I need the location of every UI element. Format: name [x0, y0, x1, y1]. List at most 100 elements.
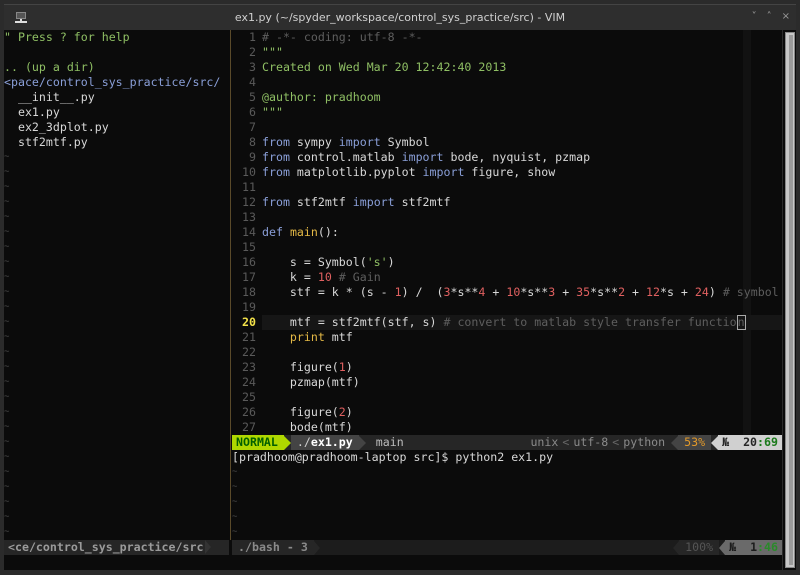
code-token: ) — [345, 405, 353, 419]
line-number: 8 — [249, 135, 256, 149]
split-border-segment — [230, 240, 231, 255]
nerdtree-current-dir[interactable]: <pace/control_sys_practice/src/ — [4, 75, 220, 90]
line-number: 19 — [242, 300, 256, 314]
split-border-segment — [230, 195, 231, 210]
code-token: """ — [262, 45, 283, 59]
code-line[interactable]: 13 — [232, 210, 262, 225]
powerline-thin-separator-icon: < — [562, 435, 570, 449]
empty-line-marker: ~ — [4, 302, 10, 312]
code-line[interactable]: 3 Created on Wed Mar 20 12:42:40 2013 — [232, 60, 506, 75]
powerline-separator-icon — [358, 435, 366, 450]
powerline-separator-icon — [313, 540, 320, 555]
code-line[interactable]: 15 — [232, 240, 262, 255]
code-token: + — [485, 285, 507, 299]
nerdtree-file[interactable]: __init__.py — [4, 90, 95, 105]
line-number: 27 — [242, 420, 256, 434]
minimize-button[interactable]: ˅ — [752, 11, 757, 22]
line-number: 26 — [242, 405, 256, 419]
code-line[interactable]: 6 """ — [232, 105, 283, 120]
color-column — [743, 30, 751, 435]
split-border-segment — [230, 300, 231, 315]
code-line[interactable]: 18 stf = k * (s - 1) / (3*s**4 + 10*s**3… — [232, 285, 779, 300]
code-line[interactable]: 27 bode(mtf) — [232, 420, 353, 435]
scrollbar-thumb[interactable] — [789, 35, 793, 565]
code-line[interactable]: 19 — [232, 300, 262, 315]
empty-line-marker: ~ — [4, 167, 10, 177]
shell-statusline: ./bash - 3 100% № 1:46 — [232, 540, 782, 555]
nerdtree-up-dir[interactable]: .. (up a dir) — [4, 60, 95, 75]
cursor-col: 69 — [764, 435, 778, 449]
code-token: import — [401, 150, 444, 164]
code-token: import — [338, 135, 381, 149]
code-line[interactable]: 24 pzmap(mtf) — [232, 375, 360, 390]
empty-line-marker: ~ — [4, 182, 10, 192]
code-line[interactable]: 17 k = 10 # Gain — [232, 270, 381, 285]
split-border-segment — [230, 465, 231, 480]
code-token: control.matlab — [289, 150, 402, 164]
terminal-area[interactable] — [4, 30, 782, 570]
line-number: 4 — [249, 75, 256, 89]
code-line[interactable]: 9 from control.matlab import bode, nyquis… — [232, 150, 590, 165]
split-border-segment — [230, 375, 231, 390]
split-border-segment — [230, 315, 231, 330]
empty-line-marker: ~ — [4, 527, 10, 537]
code-line[interactable]: 14 def main(): — [232, 225, 339, 240]
split-border-segment — [230, 330, 231, 345]
code-token: *s** — [520, 285, 549, 299]
line-number: 11 — [242, 180, 256, 194]
code-token: 2 — [338, 405, 346, 419]
code-token: ) / ( — [401, 285, 444, 299]
code-token: ) — [708, 285, 723, 299]
code-line[interactable]: 20 mtf = stf2mtf(stf, s) # convert to ma… — [232, 315, 746, 330]
code-token: + — [625, 285, 646, 299]
code-line[interactable]: 12 from stf2mtf import stf2mtf — [232, 195, 450, 210]
split-border-segment — [230, 390, 231, 405]
line-number: 13 — [242, 210, 256, 224]
nerdtree-file[interactable]: ex2_3dplot.py — [4, 120, 109, 135]
powerline-separator-icon — [711, 435, 719, 450]
code-line[interactable]: 8 from sympy import Symbol — [232, 135, 430, 150]
code-line[interactable]: 26 figure(2) — [232, 405, 353, 420]
code-token: k = — [262, 270, 318, 284]
text-cursor: n — [736, 315, 746, 330]
code-token: 10 — [506, 285, 521, 299]
code-line[interactable]: 21 print mtf — [232, 330, 353, 345]
code-line[interactable]: 5 @author: pradhoom — [232, 90, 381, 105]
split-border-segment — [230, 45, 231, 60]
line-number-icon: № — [722, 435, 730, 449]
code-line[interactable]: 22 — [232, 345, 262, 360]
scrollbar[interactable] — [783, 30, 796, 570]
code-token: # convert to matlab style transfer funct… — [443, 315, 737, 329]
line-number: 9 — [249, 150, 256, 164]
line-number: 18 — [242, 285, 256, 299]
code-token: s = Symbol( — [262, 255, 367, 269]
code-line[interactable]: 11 — [232, 180, 262, 195]
nerdtree-file[interactable]: ex1.py — [4, 105, 60, 120]
vertical-split-border[interactable] — [229, 30, 231, 540]
code-line[interactable]: 7 — [232, 120, 262, 135]
line-number: 23 — [242, 360, 256, 374]
nerdtree-statusline: <ce/control_sys_practice/src — [4, 540, 229, 555]
line-number: 15 — [242, 240, 256, 254]
code-token: bode(mtf) — [262, 420, 353, 434]
maximize-button[interactable]: ˄ — [767, 11, 772, 22]
nerdtree-file[interactable]: stf2mtf.py — [4, 135, 88, 150]
code-line[interactable]: 2 """ — [232, 45, 283, 60]
empty-line-marker: ~ — [4, 197, 10, 207]
code-line[interactable]: 10 from matplotlib.pyplot import figure, … — [232, 165, 555, 180]
code-token: bode, nyquist, pzmap — [443, 150, 591, 164]
code-line[interactable]: 4 — [232, 75, 262, 90]
split-border-segment — [230, 480, 231, 495]
code-line[interactable]: 1 # -*- coding: utf-8 -*- — [232, 30, 423, 45]
close-button[interactable]: × — [782, 11, 790, 22]
code-line[interactable]: 25 — [232, 390, 262, 405]
code-token: 24 — [694, 285, 709, 299]
code-token: mtf — [324, 330, 353, 344]
code-token: from — [262, 165, 290, 179]
title-bar[interactable]: ex1.py (~/spyder_workspace/control_sys_p… — [4, 4, 796, 30]
split-border-segment — [230, 420, 231, 435]
code-line[interactable]: 23 figure(1) — [232, 360, 353, 375]
nerdtree-help: " Press ? for help — [4, 30, 130, 44]
code-line[interactable]: 16 s = Symbol('s') — [232, 255, 395, 270]
